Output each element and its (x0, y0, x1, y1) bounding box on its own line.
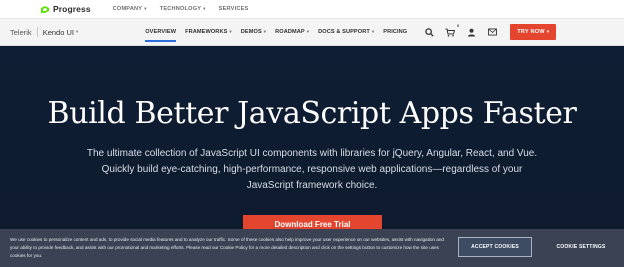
progress-logo-text: Progress (53, 4, 91, 14)
telerik-brand[interactable]: Telerik (10, 28, 32, 37)
topnav-services-label: SERVICES (218, 6, 249, 12)
brand-divider (36, 27, 38, 37)
chevron-down-icon: ▾ (306, 29, 310, 34)
topnav-company[interactable]: COMPANY ▾ (113, 6, 147, 12)
chevron-down-icon: ▾ (144, 6, 147, 11)
top-bar: Progress COMPANY ▾ TECHNOLOGY ▾ SERVICES (0, 0, 624, 19)
nav-overview-label: OVERVIEW (145, 29, 177, 35)
mail-icon[interactable] (487, 27, 497, 37)
topnav-technology-label: TECHNOLOGY (159, 6, 202, 12)
progress-logo[interactable]: Progress (40, 4, 91, 14)
cookie-banner: We use cookies to personalize content an… (0, 229, 624, 267)
cart-count-badge: 0 (457, 23, 460, 28)
product-label: Kendo UI (42, 27, 74, 37)
cookie-text: We use cookies to personalize content an… (10, 237, 444, 258)
try-now-label: TRY NOW (517, 29, 545, 35)
chevron-down-icon: ▾ (229, 29, 232, 34)
topnav-company-label: COMPANY (112, 6, 143, 12)
progress-logo-icon (40, 5, 50, 14)
nav-frameworks[interactable]: FRAMEWORKS ▾ (185, 19, 232, 46)
product-selector[interactable]: Kendo UI ▾ (43, 28, 79, 37)
brand: Telerik Kendo UI ▾ (10, 27, 78, 37)
nav-icons: 0 (424, 23, 508, 37)
user-icon[interactable] (466, 27, 476, 37)
chevron-down-icon: ▾ (546, 29, 550, 34)
nav-frameworks-label: FRAMEWORKS (185, 29, 228, 35)
nav-pricing[interactable]: PRICING (383, 19, 407, 46)
nav-docs-support[interactable]: DOCS & SUPPORT ▾ (318, 19, 374, 46)
cart-icon[interactable]: 0 (445, 23, 459, 37)
nav-demos-label: DEMOS (240, 29, 262, 35)
try-now-button[interactable]: TRY NOW ▾ (510, 24, 557, 40)
top-nav: COMPANY ▾ TECHNOLOGY ▾ SERVICES (113, 6, 262, 12)
product-nav-bar: Telerik Kendo UI ▾ OVERVIEW FRAMEWORKS ▾… (0, 19, 624, 46)
chevron-down-icon: ▾ (263, 29, 267, 34)
cookie-settings-button[interactable]: COOKIE SETTINGS (548, 237, 614, 257)
nav-overview[interactable]: OVERVIEW (145, 19, 176, 46)
hero-title: Build Better JavaScript Apps Faster (47, 96, 577, 131)
chevron-down-icon: ▾ (75, 29, 79, 34)
nav-docs-support-label: DOCS & SUPPORT (318, 29, 370, 35)
search-icon[interactable] (424, 27, 434, 37)
accept-cookies-button[interactable]: ACCEPT COOKIES (458, 237, 532, 257)
topnav-services[interactable]: SERVICES (219, 6, 249, 12)
main-nav: OVERVIEW FRAMEWORKS ▾ DEMOS ▾ ROADMAP ▾ … (145, 19, 416, 46)
nav-roadmap-label: ROADMAP (275, 29, 305, 35)
hero-subtitle: The ultimate collection of JavaScript UI… (86, 148, 538, 191)
download-trial-label: Download Free Trial (274, 219, 351, 229)
nav-pricing-label: PRICING (383, 29, 408, 35)
nav-demos[interactable]: DEMOS ▾ (241, 19, 266, 46)
nav-roadmap[interactable]: ROADMAP ▾ (275, 19, 309, 46)
chevron-down-icon: ▾ (371, 29, 375, 34)
topnav-technology[interactable]: TECHNOLOGY ▾ (160, 6, 206, 12)
chevron-down-icon: ▾ (203, 6, 206, 11)
